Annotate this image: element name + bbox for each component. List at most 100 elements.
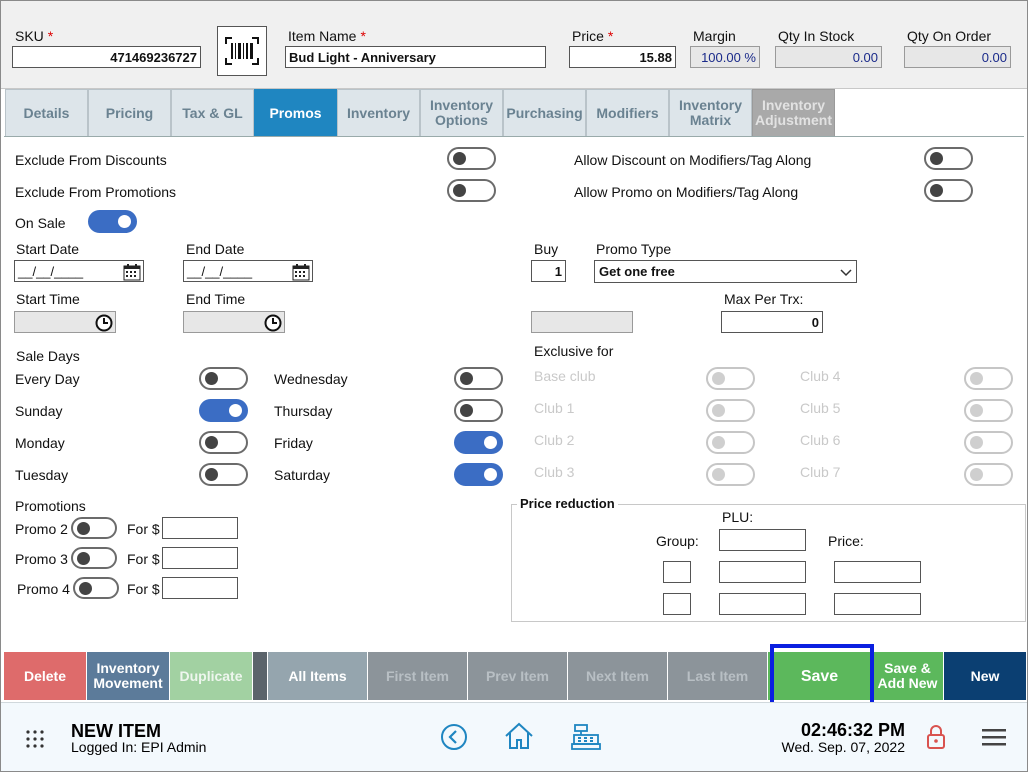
plu-field-3[interactable] xyxy=(719,593,806,615)
day-toggle-tuesday[interactable] xyxy=(199,463,248,486)
tab-inventory-adjustment: Inventory Adjustment xyxy=(752,89,835,136)
sale-days-label: Sale Days xyxy=(16,348,80,364)
club-label-1: Club 1 xyxy=(534,400,575,416)
new-button[interactable]: New xyxy=(944,652,1026,700)
save-focus-highlight xyxy=(770,644,874,706)
clock-icon[interactable] xyxy=(264,314,282,332)
allow-promo-modifiers-toggle[interactable] xyxy=(924,179,973,202)
price-field-2[interactable] xyxy=(834,593,921,615)
barcode-scan-button[interactable] xyxy=(217,26,267,76)
end-date-label: End Date xyxy=(186,241,245,257)
day-toggle-wednesday[interactable] xyxy=(454,367,503,390)
group-field-1[interactable] xyxy=(663,561,691,583)
start-time-label: Start Time xyxy=(16,291,80,307)
day-toggle-sunday[interactable] xyxy=(199,399,248,422)
home-icon[interactable] xyxy=(503,721,535,751)
exclusive-for-label: Exclusive for xyxy=(534,343,614,359)
save-add-new-button[interactable]: Save & Add New xyxy=(872,652,944,700)
plu-label: PLU: xyxy=(722,509,754,525)
clock-icon[interactable] xyxy=(95,314,113,332)
margin-value: 100.00 % xyxy=(690,46,760,68)
club-label-7: Club 7 xyxy=(800,464,841,480)
qty-in-stock-value: 0.00 xyxy=(775,46,882,68)
tab-pricing[interactable]: Pricing xyxy=(88,89,171,136)
club-label-4: Club 4 xyxy=(800,368,841,384)
price-field[interactable]: 15.88 xyxy=(569,46,676,68)
end-time-field[interactable] xyxy=(183,311,285,333)
allow-discount-modifiers-toggle[interactable] xyxy=(924,147,973,170)
lock-icon[interactable] xyxy=(925,723,947,751)
day-toggle-monday[interactable] xyxy=(199,431,248,454)
promo-2-for-label: For $ xyxy=(127,521,160,537)
qty-on-order-label: Qty On Order xyxy=(907,28,992,44)
qty-in-stock-label: Qty In Stock xyxy=(778,28,855,44)
promo-type-select[interactable]: Get one free xyxy=(594,260,857,283)
club-toggle-2 xyxy=(706,431,755,454)
promotions-label: Promotions xyxy=(15,498,86,514)
calendar-icon[interactable] xyxy=(292,263,310,281)
next-item-button: Next Item xyxy=(568,652,668,700)
tab-inventory[interactable]: Inventory xyxy=(337,89,420,136)
club-toggle-3 xyxy=(706,463,755,486)
start-date-field[interactable]: __/__/____ xyxy=(14,260,144,282)
max-per-trx-field[interactable]: 0 xyxy=(721,311,823,333)
promo-3-amount[interactable] xyxy=(162,547,238,569)
exclude-discounts-toggle[interactable] xyxy=(447,147,496,170)
day-toggle-every-day[interactable] xyxy=(199,367,248,390)
tab-modifiers[interactable]: Modifiers xyxy=(586,89,669,136)
reduction-price-label: Price: xyxy=(828,533,864,549)
start-date-label: Start Date xyxy=(16,241,80,257)
app-grid-icon[interactable] xyxy=(25,729,45,749)
tab-details[interactable]: Details xyxy=(5,89,88,136)
group-label: Group: xyxy=(656,533,699,549)
group-field-2[interactable] xyxy=(663,593,691,615)
tab-purchasing[interactable]: Purchasing xyxy=(503,89,586,136)
club-toggle-7 xyxy=(964,463,1013,486)
delete-button[interactable]: Delete xyxy=(4,652,87,700)
day-label-tuesday: Tuesday xyxy=(15,467,69,483)
day-toggle-friday[interactable] xyxy=(454,431,503,454)
promo-4-amount[interactable] xyxy=(162,577,238,599)
price-field-1[interactable] xyxy=(834,561,921,583)
day-toggle-thursday[interactable] xyxy=(454,399,503,422)
plu-field-1[interactable] xyxy=(719,529,806,551)
on-sale-label: On Sale xyxy=(15,215,66,231)
promo-2-amount[interactable] xyxy=(162,517,238,539)
back-icon[interactable] xyxy=(440,723,468,751)
day-label-friday: Friday xyxy=(274,435,313,451)
item-name-field[interactable]: Bud Light - Anniversary xyxy=(285,46,546,68)
sku-field[interactable]: 471469236727 xyxy=(12,46,201,68)
club-toggle-6 xyxy=(964,431,1013,454)
end-date-value: __/__/____ xyxy=(187,263,253,279)
club-label-6: Club 6 xyxy=(800,432,841,448)
all-items-button[interactable]: All Items xyxy=(268,652,368,700)
sku-label: SKU * xyxy=(15,28,54,44)
allow-promo-modifiers-label: Allow Promo on Modifiers/Tag Along xyxy=(574,184,799,200)
plu-field-2[interactable] xyxy=(719,561,806,583)
on-sale-toggle[interactable] xyxy=(88,210,137,233)
action-bar-spacer xyxy=(253,652,268,700)
inventory-movement-button[interactable]: Inventory Movement xyxy=(87,652,170,700)
day-toggle-saturday[interactable] xyxy=(454,463,503,486)
price-reduction-label: Price reduction xyxy=(517,496,618,511)
allow-discount-modifiers-label: Allow Discount on Modifiers/Tag Along xyxy=(574,152,812,168)
tab-inventory-matrix[interactable]: Inventory Matrix xyxy=(669,89,752,136)
last-item-button: Last Item xyxy=(668,652,768,700)
promo-2-label: Promo 2 xyxy=(15,521,68,537)
promo-2-toggle[interactable] xyxy=(71,517,117,539)
clock-date: Wed. Sep. 07, 2022 xyxy=(781,739,906,755)
promo-3-toggle[interactable] xyxy=(71,547,117,569)
menu-icon[interactable] xyxy=(981,727,1007,747)
tab-promos[interactable]: Promos xyxy=(254,89,337,136)
calendar-icon[interactable] xyxy=(123,263,141,281)
start-time-field[interactable] xyxy=(14,311,116,333)
exclude-promotions-toggle[interactable] xyxy=(447,179,496,202)
tab-tax-gl[interactable]: Tax & GL xyxy=(171,89,254,136)
buy-field[interactable]: 1 xyxy=(531,260,566,282)
tab-inventory-options[interactable]: Inventory Options xyxy=(420,89,503,136)
end-date-field[interactable]: __/__/____ xyxy=(183,260,313,282)
item-header xyxy=(1,1,1027,89)
cash-register-icon[interactable] xyxy=(571,723,601,751)
logged-in-user: Logged In: EPI Admin xyxy=(71,739,207,755)
promo-4-toggle[interactable] xyxy=(73,577,119,599)
